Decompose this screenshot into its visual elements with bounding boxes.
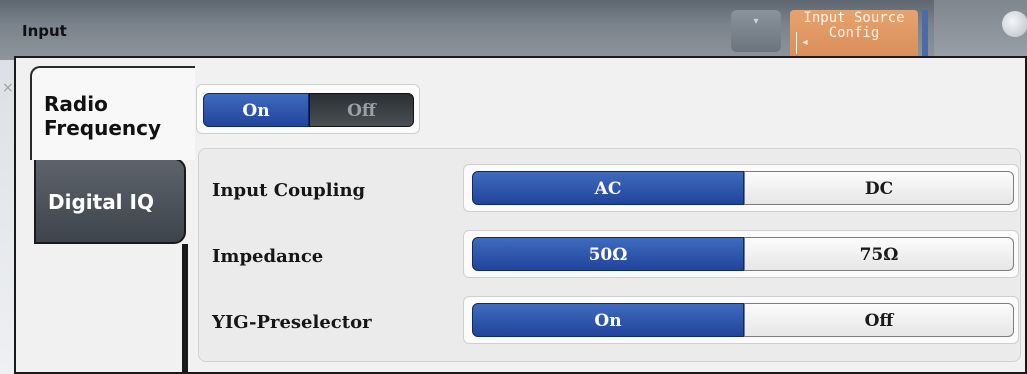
impedance-75-button[interactable]: 75Ω <box>744 237 1014 271</box>
circle-icon[interactable] <box>1002 11 1027 37</box>
input-coupling-label: Input Coupling <box>212 180 366 201</box>
chevron-left-icon: ◂ <box>796 32 813 54</box>
tab-radio-frequency[interactable]: Radio Frequency <box>30 66 195 160</box>
tab-label: Digital IQ <box>48 190 154 214</box>
state-on-button[interactable]: On <box>203 93 309 127</box>
softkey-side-strip <box>922 10 928 62</box>
chevron-down-icon: ▾ <box>753 16 759 27</box>
yig-preselector-off-button[interactable]: Off <box>744 303 1014 337</box>
tab-digital-iq[interactable]: Digital IQ <box>34 158 186 244</box>
close-icon[interactable]: × <box>2 80 14 96</box>
input-coupling-ac-button[interactable]: AC <box>472 171 744 205</box>
yig-preselector-label: YIG-Preselector <box>212 312 372 333</box>
input-coupling-dc-button[interactable]: DC <box>744 171 1014 205</box>
softkey-label: Input Source Config <box>803 10 905 41</box>
yig-preselector-on-button[interactable]: On <box>472 303 744 337</box>
dropdown-button[interactable]: ▾ <box>731 10 781 52</box>
impedance-label: Impedance <box>212 246 324 267</box>
dialog-title: Input <box>22 22 67 40</box>
tab-label: Radio Frequency <box>44 92 162 140</box>
tab-divider <box>182 244 188 374</box>
state-off-button[interactable]: Off <box>309 93 414 127</box>
impedance-50-button[interactable]: 50Ω <box>472 237 744 271</box>
